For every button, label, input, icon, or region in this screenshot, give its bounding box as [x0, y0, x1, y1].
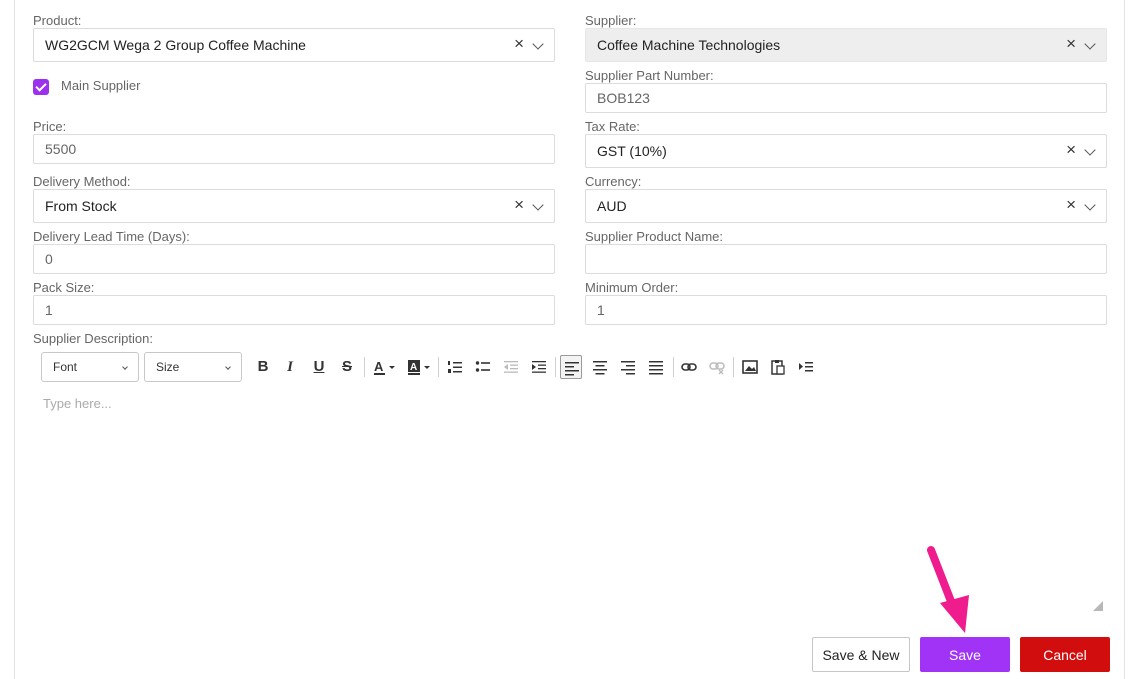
align-left-button[interactable]	[560, 355, 582, 379]
svg-text:A: A	[374, 359, 384, 374]
outdent-icon	[504, 361, 518, 373]
unlink-icon	[709, 362, 725, 375]
outdent-button[interactable]	[500, 355, 522, 379]
product-select[interactable]: WG2GCM Wega 2 Group Coffee Machine ×	[33, 28, 555, 62]
insert-link-button[interactable]	[678, 355, 700, 379]
tax-rate-value: GST (10%)	[597, 143, 667, 159]
paste-icon	[771, 360, 785, 375]
delivery-lead-time-input[interactable]: 0	[33, 244, 555, 274]
clear-icon[interactable]: ×	[1066, 135, 1076, 165]
size-dropdown-label: Size	[156, 360, 180, 374]
font-dropdown-label: Font	[53, 360, 78, 374]
align-justify-button[interactable]	[645, 355, 667, 379]
underline-button[interactable]: U	[308, 355, 330, 379]
toolbar-separator	[673, 357, 674, 377]
toolbar-separator	[438, 357, 439, 377]
italic-button[interactable]: I	[279, 355, 301, 379]
unlink-button[interactable]	[706, 355, 728, 379]
pack-size-label: Pack Size:	[33, 280, 95, 295]
svg-text:A: A	[410, 362, 417, 373]
background-color-button[interactable]: A	[404, 355, 432, 379]
delivery-method-select[interactable]: From Stock ×	[33, 189, 555, 223]
supplier-value: Coffee Machine Technologies	[597, 37, 781, 53]
price-label: Price:	[33, 119, 67, 134]
product-value: WG2GCM Wega 2 Group Coffee Machine	[45, 37, 306, 53]
size-dropdown[interactable]: Size	[144, 352, 242, 382]
align-center-button[interactable]	[589, 355, 611, 379]
caret-down-icon	[225, 364, 231, 370]
save-and-new-button[interactable]: Save & New	[812, 637, 910, 672]
align-right-icon	[621, 361, 635, 375]
align-left-icon	[565, 362, 579, 376]
main-supplier-checkbox[interactable]	[33, 79, 49, 95]
panel-right-border	[1124, 0, 1125, 679]
chevron-down-icon[interactable]	[1084, 38, 1096, 50]
bold-button[interactable]: B	[252, 355, 274, 379]
clear-icon[interactable]: ×	[1066, 29, 1076, 59]
align-justify-icon	[649, 361, 663, 375]
supplier-product-name-input[interactable]	[585, 244, 1107, 274]
minimum-order-label: Minimum Order:	[585, 280, 679, 295]
clear-icon[interactable]: ×	[1066, 190, 1076, 220]
chevron-down-icon[interactable]	[1084, 144, 1096, 156]
currency-value: AUD	[597, 198, 627, 214]
indent-button[interactable]	[528, 355, 550, 379]
toolbar-separator	[733, 357, 734, 377]
link-icon	[681, 363, 697, 371]
save-button[interactable]: Save	[920, 637, 1010, 672]
main-supplier-label: Main Supplier	[61, 78, 141, 93]
insert-image-button[interactable]	[739, 355, 761, 379]
image-icon	[742, 360, 758, 374]
toolbar-separator	[364, 357, 365, 377]
supplier-part-number-input[interactable]: BOB123	[585, 83, 1107, 113]
delivery-lead-time-label: Delivery Lead Time (Days):	[33, 229, 190, 244]
ordered-list-button[interactable]	[444, 355, 466, 379]
minimum-order-input[interactable]: 1	[585, 295, 1107, 325]
currency-label: Currency:	[585, 174, 642, 189]
paste-button[interactable]	[767, 355, 789, 379]
caret-down-icon	[122, 364, 128, 370]
font-color-button[interactable]: A	[370, 355, 398, 379]
supplier-label: Supplier:	[585, 13, 637, 28]
clear-icon[interactable]: ×	[514, 190, 524, 220]
align-right-button[interactable]	[617, 355, 639, 379]
supplier-part-number-label: Supplier Part Number:	[585, 68, 714, 83]
toolbar-separator	[555, 357, 556, 377]
source-icon	[799, 362, 813, 372]
resize-handle-icon[interactable]	[1093, 601, 1103, 611]
supplier-product-name-label: Supplier Product Name:	[585, 229, 724, 244]
chevron-down-icon[interactable]	[1084, 199, 1096, 211]
font-dropdown[interactable]: Font	[41, 352, 139, 382]
supplier-description-label: Supplier Description:	[33, 331, 153, 346]
highlight-icon: A	[408, 360, 430, 375]
indent-icon	[532, 361, 546, 373]
chevron-down-icon[interactable]	[532, 38, 544, 50]
clear-icon[interactable]: ×	[514, 29, 524, 59]
panel-left-border	[14, 0, 15, 679]
code-view-button[interactable]	[795, 355, 817, 379]
annotation-arrow-icon	[927, 546, 969, 633]
chevron-down-icon[interactable]	[532, 199, 544, 211]
pack-size-input[interactable]: 1	[33, 295, 555, 325]
align-center-icon	[593, 361, 607, 375]
tax-rate-label: Tax Rate:	[585, 119, 640, 134]
supplier-select[interactable]: Coffee Machine Technologies ×	[585, 28, 1107, 62]
cancel-button[interactable]: Cancel	[1020, 637, 1110, 672]
bullet-list-icon	[475, 361, 490, 372]
ordered-list-icon	[448, 361, 462, 373]
delivery-method-label: Delivery Method:	[33, 174, 131, 189]
currency-select[interactable]: AUD ×	[585, 189, 1107, 223]
description-editor-placeholder[interactable]: Type here...	[43, 396, 112, 411]
tax-rate-select[interactable]: GST (10%) ×	[585, 134, 1107, 168]
product-label: Product:	[33, 13, 82, 28]
strikethrough-button[interactable]: S	[336, 355, 358, 379]
delivery-method-value: From Stock	[45, 198, 117, 214]
unordered-list-button[interactable]	[472, 355, 494, 379]
price-input[interactable]: 5500	[33, 134, 555, 164]
font-color-icon: A	[374, 359, 395, 375]
